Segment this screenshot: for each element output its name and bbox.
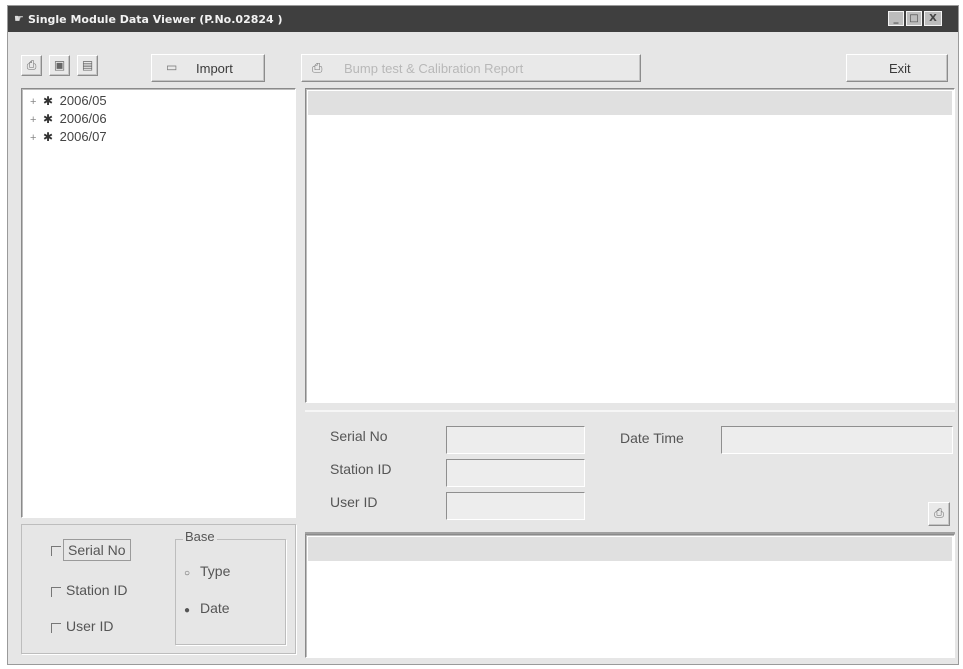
detail-print-button[interactable]: ⎙: [928, 502, 950, 526]
print-icon: ⎙: [934, 506, 944, 520]
clipboard-button[interactable]: ▤: [77, 55, 98, 76]
print-icon: ⎙: [26, 58, 37, 72]
import-icon: ▭: [166, 60, 178, 74]
expand-icon[interactable]: +: [30, 114, 40, 126]
tree-item[interactable]: + ✱ 2006/06: [30, 111, 107, 126]
station-checkbox[interactable]: [51, 587, 61, 597]
exit-button[interactable]: Exit: [846, 54, 948, 82]
serial-checkbox[interactable]: [51, 546, 61, 556]
star-icon: ✱: [42, 94, 54, 108]
station-checkbox-label[interactable]: Station ID: [66, 582, 127, 598]
serial-checkbox-label[interactable]: Serial No: [63, 539, 131, 561]
tree-item[interactable]: + ✱ 2006/07: [30, 129, 107, 144]
date-radio-label[interactable]: Date: [200, 600, 230, 616]
window-title: Single Module Data Viewer (P.No.02824 ): [28, 13, 283, 26]
type-radio[interactable]: ○: [184, 568, 190, 579]
tree-item-label: 2006/06: [59, 111, 107, 126]
tree-item-label: 2006/05: [59, 93, 107, 108]
report-label: Bump test & Calibration Report: [344, 61, 524, 76]
app-window: ☛ Single Module Data Viewer (P.No.02824 …: [7, 5, 959, 665]
base-groupbox: [175, 539, 286, 645]
exit-label: Exit: [889, 61, 911, 76]
close-button[interactable]: X: [924, 11, 942, 26]
detail-user-label: User ID: [330, 494, 378, 510]
date-tree[interactable]: + ✱ 2006/05 + ✱ 2006/06 + ✱ 2006/07: [21, 88, 296, 518]
user-checkbox[interactable]: [51, 623, 61, 633]
serial-field[interactable]: [446, 426, 585, 454]
record-list[interactable]: [305, 88, 955, 403]
star-icon: ✱: [42, 130, 54, 144]
import-label: Import: [196, 61, 233, 76]
report-print-icon: ⎙: [312, 60, 323, 75]
measurement-list[interactable]: [305, 534, 955, 658]
star-icon: ✱: [42, 112, 54, 126]
datetime-field[interactable]: [721, 426, 953, 454]
app-icon: ☛: [14, 12, 24, 25]
record-list-header: [308, 91, 952, 115]
clipboard-icon: ▤: [81, 58, 94, 72]
user-checkbox-label[interactable]: User ID: [66, 618, 113, 634]
tree-item-label: 2006/07: [59, 129, 107, 144]
save-icon: ▣: [53, 58, 66, 72]
print-button[interactable]: ⎙: [21, 55, 42, 76]
date-radio[interactable]: ●: [184, 605, 190, 616]
maximize-button[interactable]: □: [906, 11, 922, 26]
expand-icon[interactable]: +: [30, 96, 40, 108]
minimize-button[interactable]: _: [888, 11, 904, 26]
tree-item[interactable]: + ✱ 2006/05: [30, 93, 107, 108]
title-bar: ☛ Single Module Data Viewer (P.No.02824 …: [8, 6, 958, 32]
measurement-list-header: [308, 537, 952, 561]
report-button[interactable]: ⎙ Bump test & Calibration Report: [301, 54, 641, 82]
detail-station-label: Station ID: [330, 461, 392, 477]
base-legend: Base: [183, 529, 217, 544]
save-button[interactable]: ▣: [49, 55, 70, 76]
type-radio-label[interactable]: Type: [200, 563, 230, 579]
user-field[interactable]: [446, 492, 585, 520]
datetime-label: Date Time: [620, 430, 684, 446]
import-button[interactable]: ▭ Import: [151, 54, 265, 82]
station-field[interactable]: [446, 459, 585, 487]
expand-icon[interactable]: +: [30, 132, 40, 144]
detail-serial-label: Serial No: [330, 428, 388, 444]
